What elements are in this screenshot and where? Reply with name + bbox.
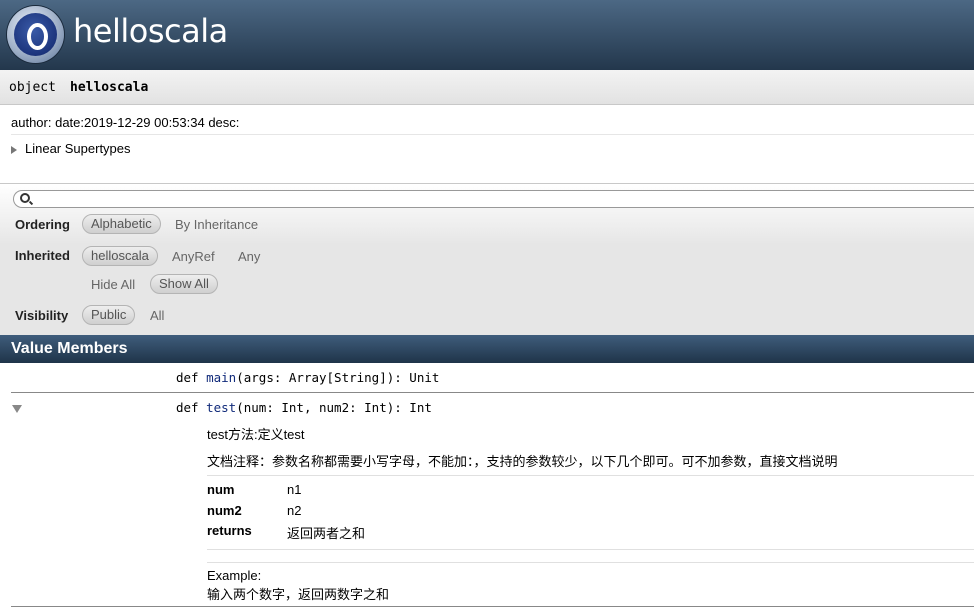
linear-supertypes-label: Linear Supertypes — [25, 141, 131, 156]
search-box[interactable] — [13, 190, 974, 208]
object-logo-icon — [7, 6, 64, 63]
member-test-signature[interactable]: def test(num: Int, num2: Int): Int — [176, 400, 432, 415]
divider — [207, 562, 974, 563]
member-divider — [11, 606, 974, 607]
member-kind: def — [176, 400, 199, 415]
param-name: num — [207, 482, 235, 497]
param-desc: n1 — [287, 482, 302, 497]
collapse-arrow-icon[interactable] — [12, 405, 22, 413]
param-name: returns — [207, 523, 252, 538]
search-icon — [20, 193, 30, 203]
param-desc: n2 — [287, 503, 302, 518]
ordering-label: Ordering — [15, 217, 70, 232]
visibility-public[interactable]: Public — [82, 305, 136, 325]
member-main-signature[interactable]: def main(args: Array[String]): Unit — [176, 370, 439, 385]
page-title: helloscala — [73, 12, 228, 50]
member-full-comment: 文档注释：参数名称都需要小写字母，不能加：，支持的参数较少，以下几个即可。可不加… — [207, 454, 838, 469]
visibility-label: Visibility — [15, 308, 69, 323]
ordering-by-inheritance[interactable]: By Inheritance — [167, 215, 266, 235]
object-name: helloscala — [70, 80, 149, 95]
member-name[interactable]: main — [206, 370, 236, 385]
search-input[interactable] — [34, 191, 964, 205]
member-params: (num: Int, num2: Int): Int — [236, 400, 432, 415]
divider — [207, 475, 974, 476]
inherited-helloscala[interactable]: helloscala — [82, 246, 158, 266]
divider — [207, 549, 974, 550]
param-desc: 返回两者之和 — [287, 526, 366, 541]
member-filter-panel: Ordering Alphabetic By Inheritance Inher… — [0, 183, 974, 336]
expand-arrow-icon — [11, 145, 17, 154]
ordering-alphabetic[interactable]: Alphabetic — [82, 214, 161, 234]
param-name: num2 — [207, 503, 242, 518]
linear-supertypes-toggle[interactable]: Linear Supertypes — [11, 141, 131, 156]
member-divider — [11, 392, 974, 393]
page-header: helloscala — [0, 0, 974, 70]
visibility-all[interactable]: All — [142, 306, 172, 326]
example-text: 输入两个数字，返回两数字之和 — [207, 587, 390, 602]
inherited-label: Inherited — [15, 248, 70, 263]
value-members-heading: Value Members — [0, 335, 974, 363]
inherited-anyref[interactable]: AnyRef — [164, 247, 223, 267]
divider — [11, 134, 974, 135]
object-comment: author: date:2019-12-29 00:53:34 desc: — [11, 115, 240, 130]
member-name[interactable]: test — [206, 400, 236, 415]
hide-all-button[interactable]: Hide All — [83, 275, 143, 295]
example-label: Example: — [207, 568, 262, 583]
object-signature: object helloscala — [0, 70, 974, 105]
member-short-comment: test方法:定义test — [207, 427, 305, 442]
member-params: (args: Array[String]): Unit — [236, 370, 440, 385]
inherited-any[interactable]: Any — [230, 247, 268, 267]
member-kind: def — [176, 370, 199, 385]
object-keyword: object — [9, 80, 56, 95]
show-all-button[interactable]: Show All — [150, 274, 218, 294]
